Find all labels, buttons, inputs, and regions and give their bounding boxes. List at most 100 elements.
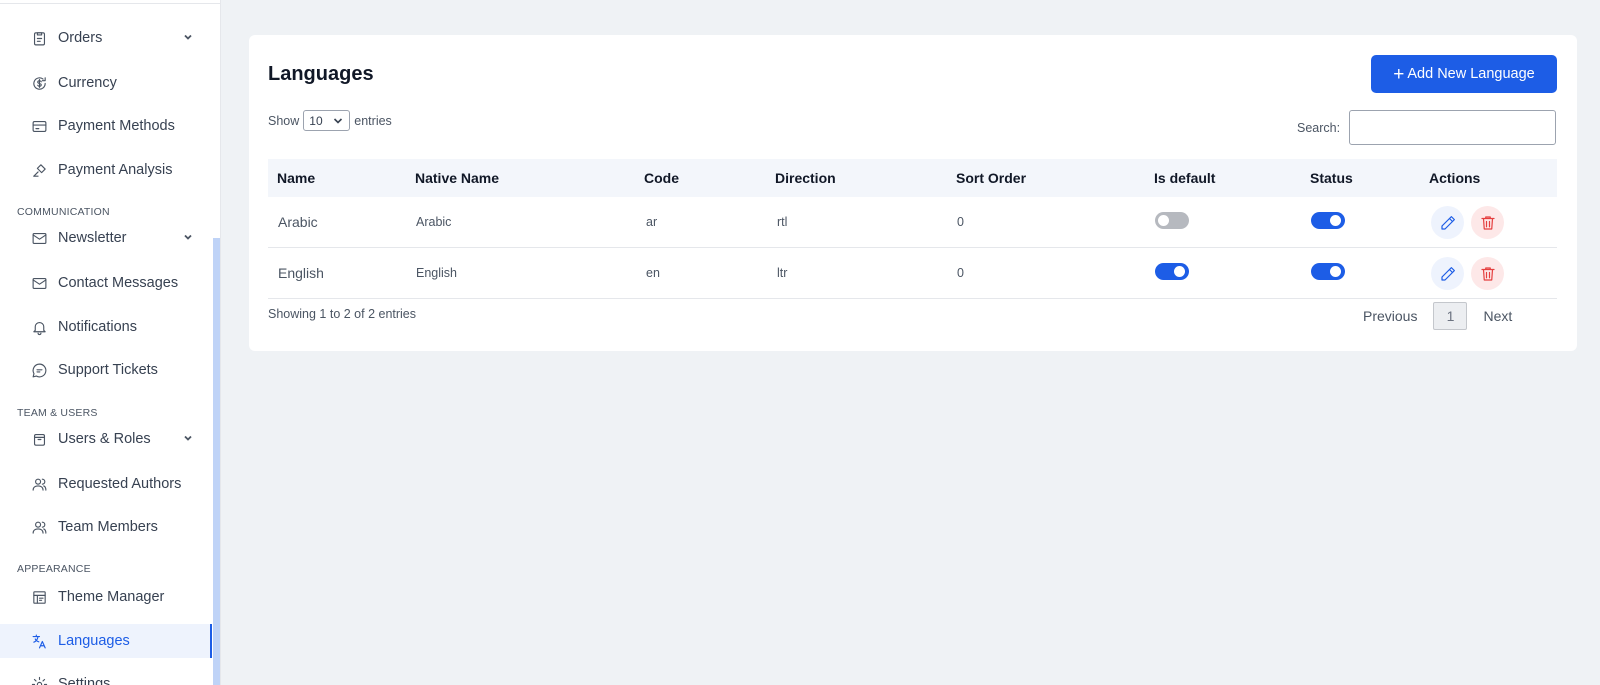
section-label-communication: COMMUNICATION bbox=[17, 206, 110, 218]
translate-icon bbox=[30, 632, 48, 650]
sidebar-item-support-tickets[interactable]: Support Tickets bbox=[0, 353, 212, 387]
theme-icon bbox=[30, 588, 48, 606]
column-header-native-name[interactable]: Native Name bbox=[415, 170, 499, 186]
column-header-status[interactable]: Status bbox=[1310, 170, 1353, 186]
sidebar-item-label: Team Members bbox=[58, 519, 158, 535]
sidebar-item-contact-messages[interactable]: Contact Messages bbox=[0, 266, 212, 300]
cell-code: ar bbox=[646, 215, 658, 229]
currency-icon bbox=[30, 74, 48, 92]
sidebar: Orders Currency Payment Methods Payment … bbox=[0, 0, 221, 685]
languages-table: Name Native Name Code Direction Sort Ord… bbox=[268, 159, 1557, 299]
mail-icon bbox=[30, 274, 48, 292]
cell-direction: ltr bbox=[777, 266, 788, 280]
cell-native-name: English bbox=[416, 266, 457, 280]
cell-native-name: Arabic bbox=[416, 215, 452, 229]
edit-button[interactable] bbox=[1431, 206, 1464, 239]
sidebar-item-requested-authors[interactable]: Requested Authors bbox=[0, 467, 212, 501]
sidebar-item-theme-manager[interactable]: Theme Manager bbox=[0, 580, 212, 614]
cell-direction: rtl bbox=[777, 215, 788, 229]
delete-button[interactable] bbox=[1471, 206, 1504, 239]
chevron-down-icon[interactable] bbox=[182, 31, 194, 43]
previous-page-button[interactable]: Previous bbox=[1363, 308, 1417, 324]
sidebar-divider bbox=[0, 3, 220, 4]
search-input[interactable] bbox=[1349, 110, 1557, 145]
pencil-icon bbox=[1440, 215, 1455, 230]
is-default-toggle[interactable] bbox=[1155, 263, 1189, 280]
mail-icon bbox=[30, 229, 48, 247]
trash-icon bbox=[1480, 215, 1495, 230]
pencil-icon bbox=[1440, 266, 1455, 281]
sidebar-item-label: Newsletter bbox=[58, 230, 127, 246]
column-header-is-default[interactable]: Is default bbox=[1154, 170, 1215, 186]
status-toggle[interactable] bbox=[1311, 263, 1345, 280]
sidebar-item-label: Payment Methods bbox=[58, 118, 175, 134]
sidebar-item-payment-analysis[interactable]: Payment Analysis bbox=[0, 153, 212, 187]
sidebar-item-languages[interactable]: Languages bbox=[0, 624, 212, 658]
cell-name: Arabic bbox=[278, 214, 318, 230]
pagination: Previous 1 Next bbox=[1363, 302, 1512, 330]
toggle-knob bbox=[1174, 266, 1185, 277]
add-new-language-button[interactable]: + Add New Language bbox=[1371, 55, 1557, 93]
sidebar-item-label: Payment Analysis bbox=[58, 162, 173, 178]
section-label-appearance: APPEARANCE bbox=[17, 563, 91, 575]
sidebar-item-label: Orders bbox=[58, 30, 103, 46]
page-size-control: Show 10 entries bbox=[268, 110, 392, 131]
toggle-knob bbox=[1158, 215, 1169, 226]
chevron-down-icon[interactable] bbox=[182, 231, 194, 243]
sidebar-scrollbar[interactable] bbox=[213, 238, 220, 685]
delete-button[interactable] bbox=[1471, 257, 1504, 290]
users-icon bbox=[30, 518, 48, 536]
sidebar-item-payment-methods[interactable]: Payment Methods bbox=[0, 109, 212, 143]
next-page-button[interactable]: Next bbox=[1483, 308, 1512, 324]
sidebar-item-newsletter[interactable]: Newsletter bbox=[0, 221, 212, 255]
toggle-knob bbox=[1330, 266, 1341, 277]
edit-button[interactable] bbox=[1431, 257, 1464, 290]
page-number-button[interactable]: 1 bbox=[1433, 302, 1468, 330]
cell-name: English bbox=[278, 265, 324, 281]
plus-icon: + bbox=[1393, 63, 1405, 85]
show-label: Show bbox=[268, 113, 300, 128]
sidebar-item-orders[interactable]: Orders bbox=[0, 21, 212, 55]
search-label: Search: bbox=[1297, 120, 1341, 135]
sidebar-item-settings[interactable]: Settings bbox=[0, 667, 212, 685]
trash-icon bbox=[1480, 266, 1495, 281]
sidebar-item-label: Settings bbox=[58, 676, 111, 685]
sidebar-item-label: Support Tickets bbox=[58, 362, 158, 378]
column-header-name[interactable]: Name bbox=[277, 170, 315, 186]
gear-icon bbox=[30, 675, 48, 685]
chevron-down-icon bbox=[334, 118, 343, 124]
is-default-toggle[interactable] bbox=[1155, 212, 1189, 229]
sidebar-item-label: Currency bbox=[58, 75, 117, 91]
entries-label: entries bbox=[354, 113, 392, 128]
table-info: Showing 1 to 2 of 2 entries bbox=[268, 307, 417, 321]
chevron-down-icon[interactable] bbox=[182, 432, 194, 444]
page-size-select[interactable]: 10 bbox=[303, 110, 351, 131]
column-header-actions: Actions bbox=[1429, 170, 1481, 186]
column-header-sort-order[interactable]: Sort Order bbox=[956, 170, 1026, 186]
sidebar-item-label: Contact Messages bbox=[58, 275, 179, 291]
sidebar-item-label: Requested Authors bbox=[58, 476, 182, 492]
add-button-label: Add New Language bbox=[1407, 66, 1535, 82]
sidebar-item-users-roles[interactable]: Users & Roles bbox=[0, 422, 212, 456]
search-control: Search: bbox=[1297, 110, 1557, 145]
box-icon bbox=[30, 430, 48, 448]
sidebar-item-team-members[interactable]: Team Members bbox=[0, 510, 212, 544]
clipboard-icon bbox=[30, 29, 48, 47]
status-toggle[interactable] bbox=[1311, 212, 1345, 229]
page-size-value: 10 bbox=[309, 113, 323, 128]
chat-icon bbox=[30, 361, 48, 379]
credit-card-icon bbox=[30, 117, 48, 135]
page-title: Languages bbox=[268, 63, 374, 85]
cell-sort-order: 0 bbox=[957, 215, 964, 229]
column-header-direction[interactable]: Direction bbox=[775, 170, 836, 186]
sidebar-item-notifications[interactable]: Notifications bbox=[0, 310, 212, 344]
sidebar-item-label: Notifications bbox=[58, 319, 137, 335]
sidebar-item-currency[interactable]: Currency bbox=[0, 66, 212, 100]
sidebar-item-label: Theme Manager bbox=[58, 589, 165, 605]
analysis-icon bbox=[30, 161, 48, 179]
column-header-code[interactable]: Code bbox=[644, 170, 679, 186]
cell-sort-order: 0 bbox=[957, 266, 964, 280]
toggle-knob bbox=[1330, 215, 1341, 226]
bell-icon bbox=[30, 318, 48, 336]
languages-card: Languages + Add New Language Show 10 ent… bbox=[249, 35, 1577, 351]
